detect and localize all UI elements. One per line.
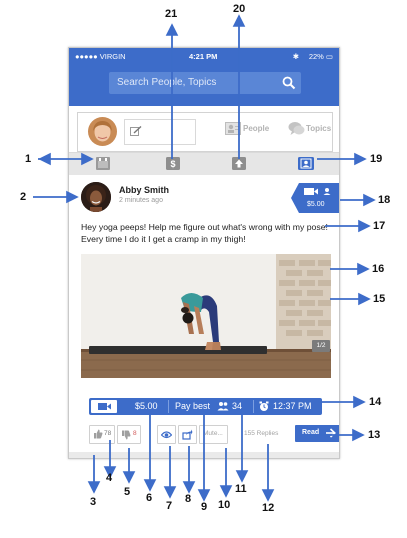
callout-10: 10 (218, 499, 231, 511)
callout-19: 19 (370, 153, 383, 165)
callout-21: 21 (165, 8, 178, 20)
callout-8: 8 (185, 493, 192, 505)
callout-12: 12 (262, 502, 275, 514)
callout-1: 1 (25, 153, 32, 165)
callout-15: 15 (373, 293, 386, 305)
callout-5: 5 (124, 486, 131, 498)
callout-2: 2 (20, 191, 27, 203)
callout-17: 17 (373, 220, 386, 232)
callout-20: 20 (233, 3, 246, 15)
callout-7: 7 (166, 500, 173, 512)
callout-6: 6 (146, 492, 153, 504)
callout-13: 13 (368, 429, 381, 441)
callout-9: 9 (201, 501, 208, 513)
callout-3: 3 (90, 496, 97, 508)
callout-arrows (33, 14, 376, 502)
callout-14: 14 (369, 396, 382, 408)
callout-11: 11 (235, 483, 247, 495)
callout-16: 16 (372, 263, 385, 275)
callout-4: 4 (106, 472, 113, 484)
callout-18: 18 (378, 194, 391, 206)
